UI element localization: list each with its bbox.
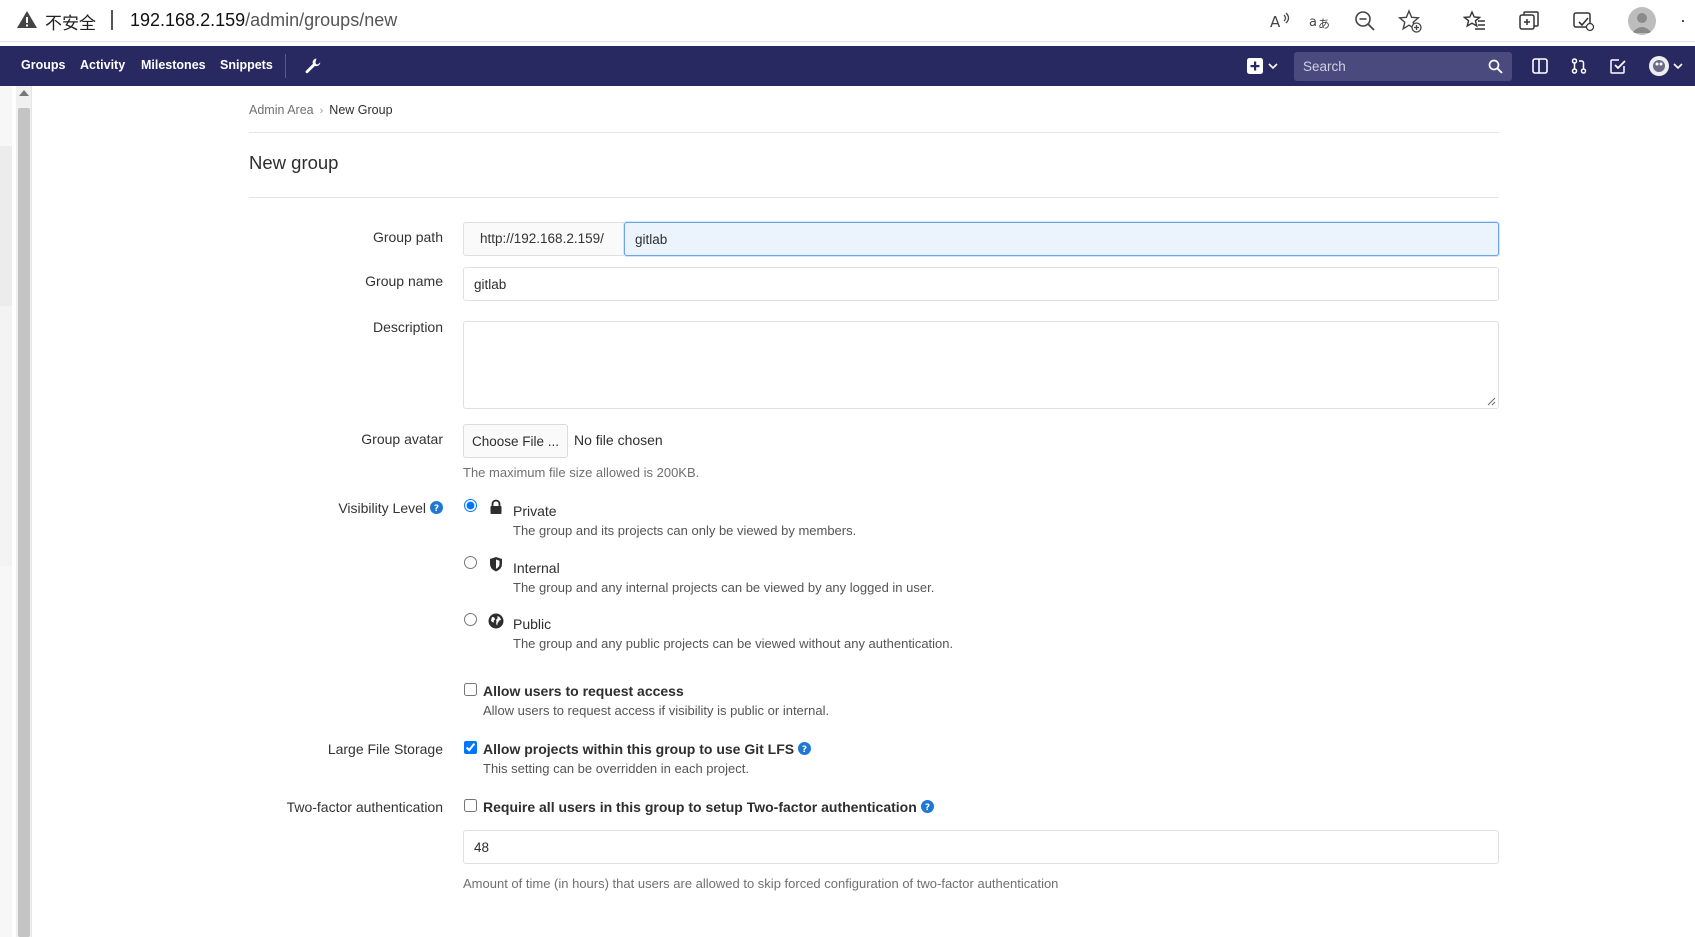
sidebar-segment [0,306,12,566]
collections-icon[interactable] [1517,9,1541,33]
favorites-icon[interactable] [1462,9,1487,33]
divider [249,197,1499,198]
svg-text:A: A [1270,13,1281,31]
browser-essentials-icon[interactable] [1571,9,1595,33]
page-title: New group [249,152,339,173]
nav-snippets[interactable]: Snippets [220,58,273,72]
svg-text:あ: あ [1318,17,1330,31]
question-circle-icon[interactable]: ? [430,501,443,514]
visibility-level-text: Visibility Level [338,500,426,516]
visibility-public-description: The group and any public projects can be… [513,636,954,651]
vertical-scrollbar[interactable] [16,86,32,937]
two-factor-checkbox[interactable] [464,799,477,812]
lock-icon [490,499,502,514]
breadcrumb-admin-area[interactable]: Admin Area [249,103,314,117]
visibility-public-radio[interactable] [464,613,477,626]
choose-file-button[interactable]: Choose File ... [463,424,568,458]
avatar-help-text: The maximum file size allowed is 200KB. [463,465,700,480]
nav-divider [285,54,286,78]
request-access-label[interactable]: Allow users to request access [483,683,684,699]
gitlab-navbar: Groups Activity Milestones Snippets [0,46,1695,86]
visibility-level-label: Visibility Level? [338,500,443,516]
url-host: 192.168.2.159 [130,10,246,30]
description-textarea[interactable] [463,321,1499,409]
request-access-checkbox[interactable] [464,683,477,696]
breadcrumb-current[interactable]: New Group [329,103,392,117]
new-item-dropdown-icon[interactable] [1246,57,1282,75]
visibility-internal-radio[interactable] [464,556,477,569]
search-input[interactable] [1294,52,1484,81]
address-separator [111,10,113,30]
file-status: No file chosen [574,432,663,448]
browser-profile-avatar[interactable] [1628,7,1656,35]
question-circle-icon[interactable]: ? [920,800,934,813]
git-lfs-label-text: Allow projects within this group to use … [483,741,795,757]
two-factor-grace-help: Amount of time (in hours) that users are… [463,876,1059,891]
group-name-label: Group name [365,273,443,289]
git-lfs-label[interactable]: Allow projects within this group to use … [483,741,812,757]
request-access-description: Allow users to request access if visibil… [483,703,830,718]
nav-milestones[interactable]: Milestones [141,58,206,72]
visibility-internal-title: Internal [513,560,560,576]
user-avatar-dropdown[interactable] [1648,55,1684,77]
more-options-icon[interactable]: · [1680,10,1687,31]
git-lfs-description: This setting can be overridden in each p… [483,761,749,776]
address-bar[interactable]: 不安全 192.168.2.159/admin/groups/new [0,0,1440,40]
breadcrumb: Admin Area › New Group [249,103,393,117]
globe-icon [488,613,504,629]
url-text[interactable]: 192.168.2.159/admin/groups/new [130,10,397,31]
visibility-private-title: Private [513,503,557,519]
scroll-thumb[interactable] [18,108,30,937]
sidebar-toggle-icon[interactable] [1531,57,1549,75]
svg-text:?: ? [925,803,930,813]
two-factor-require-label[interactable]: Require all users in this group to setup… [483,799,934,815]
zoom-out-icon[interactable] [1353,9,1377,33]
large-file-storage-label: Large File Storage [327,741,443,757]
two-factor-label: Two-factor authentication [286,799,443,815]
group-avatar-label: Group avatar [361,431,443,447]
merge-request-icon[interactable] [1570,57,1588,75]
shield-icon [490,557,502,572]
read-aloud-icon[interactable]: A [1267,9,1291,33]
chevron-right-icon: › [319,105,324,117]
divider [249,132,1499,133]
not-secure-label[interactable]: 不安全 [45,9,96,34]
visibility-private-radio[interactable] [464,499,477,512]
search-icon[interactable] [1488,59,1503,74]
two-factor-require-text: Require all users in this group to setup… [483,799,917,815]
resize-grip-icon[interactable] [1487,397,1496,406]
group-name-input[interactable] [463,267,1499,301]
svg-text:a: a [1309,15,1317,30]
two-factor-grace-period-input[interactable] [463,830,1499,864]
add-favorite-icon[interactable] [1397,9,1422,33]
wrench-icon[interactable] [304,57,322,75]
url-path: /admin/groups/new [245,10,398,30]
visibility-public-title: Public [513,616,552,632]
group-path-input[interactable] [624,222,1499,256]
group-path-label: Group path [372,229,443,245]
search-box[interactable] [1294,52,1512,81]
nav-groups[interactable]: Groups [21,58,65,72]
git-lfs-checkbox[interactable] [464,741,477,754]
sidebar-segment [0,146,12,306]
nav-activity[interactable]: Activity [80,58,125,72]
left-sidebar-strip [0,86,12,937]
visibility-private-description: The group and its projects can only be v… [513,523,857,538]
question-circle-icon[interactable]: ? [798,742,812,755]
warning-icon[interactable] [16,9,38,31]
description-label: Description [372,319,443,335]
translate-icon[interactable]: aあ [1308,9,1332,33]
svg-text:?: ? [802,745,807,755]
scroll-up-arrow-icon[interactable] [19,90,29,96]
group-path-prefix: http://192.168.2.159/ [463,222,625,256]
visibility-internal-description: The group and any internal projects can … [513,580,935,595]
todo-icon[interactable] [1609,57,1627,75]
svg-text:?: ? [434,504,439,514]
browser-toolbar: 不安全 192.168.2.159/admin/groups/new A aあ … [0,0,1695,42]
